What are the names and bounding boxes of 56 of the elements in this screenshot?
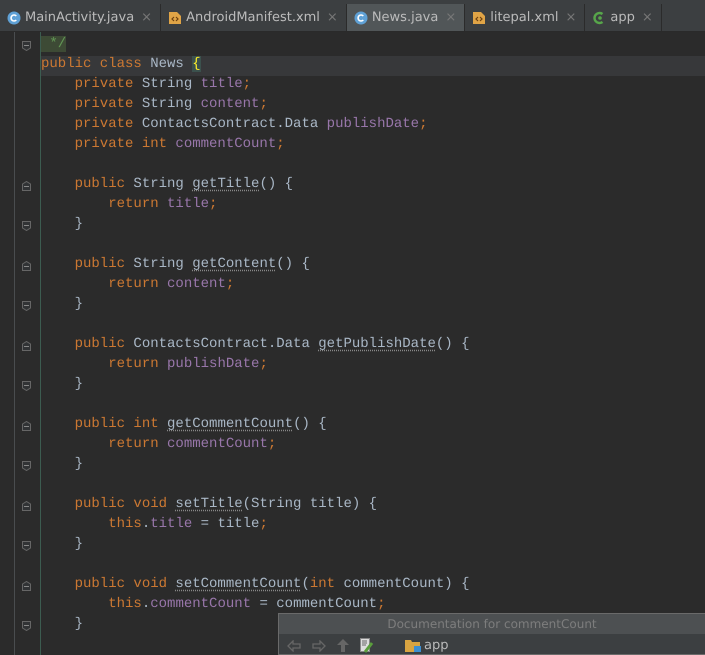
close-tab-button[interactable]: × [141, 10, 152, 25]
class-icon [354, 10, 368, 24]
code-line: public ContactsContract.Data getPublishDate() { [74, 336, 470, 354]
fold-marker-icon[interactable] [22, 261, 31, 271]
code-line: public String getContent() { [74, 256, 310, 274]
file-tab[interactable]: AndroidManifest.xml × [161, 4, 347, 31]
code-line: } [74, 216, 84, 234]
code-line: return title; [107, 196, 218, 214]
file-tab[interactable]: News.java × [346, 4, 466, 31]
code-line: } [74, 536, 84, 554]
code-line: this.commentCount = commentCount; [107, 596, 386, 614]
code-line: public void setTitle(String title) { [74, 496, 378, 514]
code-line: private String content; [74, 96, 268, 114]
tab-label: News.java [372, 10, 438, 25]
tab-label: MainActivity.java [25, 10, 134, 25]
code-line: } [74, 456, 84, 474]
file-tab[interactable]: MainActivity.java × [0, 4, 162, 31]
module-name: app [424, 638, 448, 653]
class-icon [7, 10, 21, 24]
close-tab-button[interactable]: × [642, 10, 653, 25]
fold-marker-icon[interactable] [22, 181, 31, 191]
tab-label: AndroidManifest.xml [186, 10, 320, 25]
fold-marker-icon[interactable] [22, 381, 31, 391]
code-line: } [74, 616, 84, 634]
code-line: return commentCount; [107, 436, 276, 454]
fold-marker-icon[interactable] [22, 421, 31, 431]
code-line: public String getTitle() { [74, 176, 294, 194]
close-tab-button[interactable]: × [565, 10, 576, 25]
code-line: private String title; [74, 76, 252, 94]
fold-marker-icon[interactable] [22, 341, 31, 351]
code-line: return publishDate; [107, 356, 268, 374]
fold-marker-icon[interactable] [22, 621, 31, 631]
tab-label: app [610, 10, 635, 25]
fold-marker-icon[interactable] [22, 221, 31, 231]
code-line: return content; [107, 276, 234, 294]
code-line: private int commentCount; [74, 136, 285, 154]
code-line: this.title = title; [107, 516, 268, 534]
code-line: private ContactsContract.Data publishDate; [74, 116, 428, 134]
close-tab-button[interactable]: × [326, 10, 338, 25]
code-line: } [74, 296, 84, 314]
file-tab[interactable]: app × [585, 4, 662, 31]
fold-marker-icon[interactable] [22, 461, 31, 471]
code-line: public int getCommentCount() { [74, 416, 327, 434]
file-tab[interactable]: litepal.xml × [465, 4, 586, 31]
folder-icon [405, 639, 421, 652]
code-line: } [74, 376, 84, 394]
xml-file-icon [168, 10, 182, 24]
fold-marker-icon[interactable] [22, 581, 31, 591]
fold-marker-icon[interactable] [22, 41, 31, 51]
fold-marker-icon[interactable] [22, 501, 31, 511]
tab-label: litepal.xml [490, 10, 558, 25]
edit-source-icon[interactable] [360, 638, 374, 653]
code-line: public void setCommentCount(int commentCount) { [74, 576, 470, 594]
fold-marker-icon[interactable] [22, 301, 31, 311]
xml-file-icon [472, 10, 486, 24]
fold-marker-icon[interactable] [22, 541, 31, 551]
